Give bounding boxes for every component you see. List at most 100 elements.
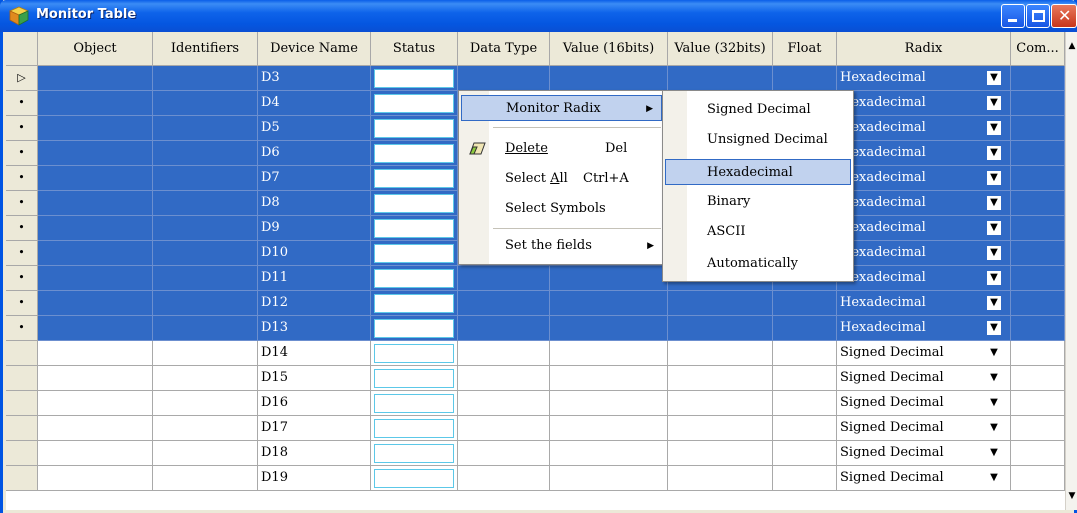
radix-cell[interactable]: Hexadecimal ▼ (837, 91, 1011, 116)
column-header[interactable]: Radix (837, 32, 1011, 66)
table-row[interactable]: • D13 Hexadecimal ▼ (6, 316, 1065, 341)
table-cell[interactable] (458, 291, 550, 316)
table-cell[interactable] (773, 391, 837, 416)
device-name-cell[interactable]: D16 (258, 391, 371, 416)
table-cell[interactable] (153, 266, 258, 291)
table-cell[interactable] (153, 191, 258, 216)
table-cell[interactable] (668, 341, 773, 366)
table-cell[interactable] (153, 366, 258, 391)
table-cell[interactable] (773, 441, 837, 466)
table-cell[interactable] (1011, 366, 1065, 391)
table-cell[interactable] (1011, 141, 1065, 166)
submenu-item[interactable]: ASCII (665, 219, 851, 245)
table-cell[interactable] (458, 391, 550, 416)
radix-cell[interactable]: Hexadecimal ▼ (837, 191, 1011, 216)
device-name-cell[interactable]: D4 (258, 91, 371, 116)
status-field[interactable] (374, 119, 454, 138)
table-cell[interactable] (153, 166, 258, 191)
table-cell[interactable] (38, 416, 153, 441)
dropdown-arrow-icon[interactable]: ▼ (987, 296, 1001, 310)
table-cell[interactable] (550, 316, 668, 341)
status-field[interactable] (374, 144, 454, 163)
status-field[interactable] (374, 394, 454, 413)
radix-cell[interactable]: Signed Decimal ▼ (837, 366, 1011, 391)
row-indicator[interactable] (6, 391, 38, 416)
table-cell[interactable] (550, 441, 668, 466)
table-cell[interactable] (1011, 191, 1065, 216)
table-cell[interactable] (1011, 116, 1065, 141)
radix-cell[interactable]: Hexadecimal ▼ (837, 291, 1011, 316)
status-cell[interactable] (371, 291, 458, 316)
table-row[interactable]: D18 Signed Decimal ▼ (6, 441, 1065, 466)
table-cell[interactable] (668, 291, 773, 316)
row-indicator[interactable]: • (6, 191, 38, 216)
status-cell[interactable] (371, 391, 458, 416)
table-row[interactable]: D15 Signed Decimal ▼ (6, 366, 1065, 391)
dropdown-arrow-icon[interactable]: ▼ (987, 96, 1001, 110)
row-indicator[interactable]: • (6, 266, 38, 291)
row-indicator[interactable] (6, 441, 38, 466)
table-cell[interactable] (38, 266, 153, 291)
row-indicator[interactable]: • (6, 116, 38, 141)
table-cell[interactable] (1011, 91, 1065, 116)
device-name-cell[interactable]: D6 (258, 141, 371, 166)
table-cell[interactable] (153, 141, 258, 166)
scroll-up-arrow-icon[interactable]: ▲ (1066, 38, 1077, 54)
status-cell[interactable] (371, 466, 458, 491)
row-indicator[interactable] (6, 366, 38, 391)
table-cell[interactable] (153, 66, 258, 91)
radix-cell[interactable]: Signed Decimal ▼ (837, 441, 1011, 466)
table-cell[interactable] (38, 166, 153, 191)
table-cell[interactable] (38, 241, 153, 266)
column-header[interactable]: Identifiers (153, 32, 258, 66)
row-indicator[interactable]: • (6, 141, 38, 166)
status-cell[interactable] (371, 316, 458, 341)
submenu-item[interactable]: Unsigned Decimal (665, 127, 851, 153)
column-header[interactable]: Device Name (258, 32, 371, 66)
status-field[interactable] (374, 294, 454, 313)
column-header[interactable]: Data Type (458, 32, 550, 66)
table-cell[interactable] (1011, 316, 1065, 341)
device-name-cell[interactable]: D15 (258, 366, 371, 391)
table-cell[interactable] (668, 416, 773, 441)
device-name-cell[interactable]: D5 (258, 116, 371, 141)
table-cell[interactable] (1011, 291, 1065, 316)
device-name-cell[interactable]: D19 (258, 466, 371, 491)
minimize-button[interactable] (1001, 4, 1025, 28)
column-header[interactable]: Com... (1011, 32, 1065, 66)
status-field[interactable] (374, 419, 454, 438)
table-cell[interactable] (458, 66, 550, 91)
menu-item-monitor-radix[interactable]: Monitor Radix ▶ (461, 95, 662, 121)
table-cell[interactable] (550, 66, 668, 91)
table-row[interactable]: D16 Signed Decimal ▼ (6, 391, 1065, 416)
table-cell[interactable] (773, 291, 837, 316)
table-cell[interactable] (153, 416, 258, 441)
status-field[interactable] (374, 244, 454, 263)
table-cell[interactable] (153, 241, 258, 266)
status-cell[interactable] (371, 116, 458, 141)
device-name-cell[interactable]: D7 (258, 166, 371, 191)
table-cell[interactable] (38, 466, 153, 491)
table-cell[interactable] (1011, 416, 1065, 441)
device-name-cell[interactable]: D17 (258, 416, 371, 441)
table-cell[interactable] (38, 341, 153, 366)
status-field[interactable] (374, 344, 454, 363)
table-cell[interactable] (458, 466, 550, 491)
table-cell[interactable] (1011, 341, 1065, 366)
menu-item-select-symbols[interactable]: Select Symbols (461, 196, 662, 222)
radix-cell[interactable]: Signed Decimal ▼ (837, 391, 1011, 416)
table-cell[interactable] (38, 291, 153, 316)
table-cell[interactable] (668, 316, 773, 341)
table-cell[interactable] (550, 266, 668, 291)
close-button[interactable]: ✕ (1051, 4, 1077, 28)
table-cell[interactable] (153, 91, 258, 116)
column-header[interactable]: Object (38, 32, 153, 66)
status-cell[interactable] (371, 166, 458, 191)
table-cell[interactable] (153, 316, 258, 341)
table-cell[interactable] (458, 341, 550, 366)
dropdown-arrow-icon[interactable]: ▼ (987, 321, 1001, 335)
radix-cell[interactable]: Hexadecimal ▼ (837, 316, 1011, 341)
table-cell[interactable] (153, 291, 258, 316)
table-cell[interactable] (550, 391, 668, 416)
status-cell[interactable] (371, 416, 458, 441)
